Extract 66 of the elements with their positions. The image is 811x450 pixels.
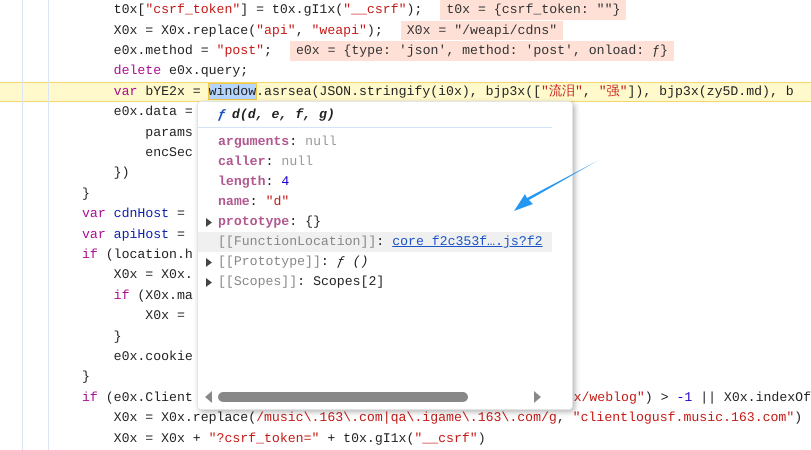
colon-separator: : xyxy=(297,273,306,292)
code-text: X0x = X0x.replace(/music\.163\.com|qa\.igame\.163\.com/g, "clientlogusf.music.163.com") xyxy=(112,409,802,428)
code-text: } xyxy=(82,368,90,386)
code-text: encSec xyxy=(144,144,193,162)
colon-separator: : xyxy=(376,233,384,252)
property-name: [[Scopes]] xyxy=(218,273,298,292)
source-link[interactable]: core f2c353f….js?f2 xyxy=(392,232,543,252)
inline-value-hint: e0x = {type: 'json', method: 'post', onload: ƒ} xyxy=(290,41,674,61)
code-text: if (X0x.ma xyxy=(112,286,193,305)
function-signature: d(d, e, f, g) xyxy=(232,106,335,124)
selected-property-row[interactable]: [[FunctionLocation]]: core f2c353f….js?f2 xyxy=(198,232,552,252)
code-text: params xyxy=(144,124,193,142)
property-value: "d" xyxy=(266,193,290,212)
scrollbar-thumb[interactable] xyxy=(218,392,468,402)
property-row[interactable]: [[Prototype]]: ƒ () xyxy=(198,252,572,272)
code-text: delete e0x.query; xyxy=(112,62,248,80)
colon-separator: : xyxy=(265,173,274,192)
code-text: X0x = X0x.replace("api", "weapi"); xyxy=(112,22,383,40)
property-name: length xyxy=(218,173,266,192)
code-text: if (location.h xyxy=(82,246,193,264)
colon-separator: : xyxy=(289,213,298,232)
property-row[interactable]: arguments: null xyxy=(198,132,572,152)
code-text: } xyxy=(112,328,122,346)
property-value: null xyxy=(305,133,337,152)
code-text: } xyxy=(82,184,90,203)
colon-separator: : xyxy=(265,153,274,172)
property-name: caller xyxy=(218,153,266,172)
scroll-right-icon[interactable] xyxy=(532,391,542,403)
code-text: e0x.method = "post"; xyxy=(112,42,272,60)
property-name: name xyxy=(218,193,250,212)
colon-separator: : xyxy=(320,253,329,272)
property-value: null xyxy=(281,153,314,172)
property-value: Scopes[2] xyxy=(313,273,384,292)
property-row[interactable]: length: 4 xyxy=(198,172,572,192)
code-text: e0x.cookie xyxy=(112,348,193,366)
code-text: x/weblog") > -1 || X0x.indexOf xyxy=(574,388,811,407)
code-text: X0x = X0x + "?csrf_token=" + t0x.gI1x("__csrf") xyxy=(112,430,486,448)
property-name: arguments xyxy=(218,133,290,152)
code-text: t0x["csrf_token"] = t0x.gI1x("__csrf"); xyxy=(112,1,422,20)
code-text: X0x = X0x. xyxy=(112,266,193,284)
expand-triangle-icon[interactable] xyxy=(206,258,212,266)
code-text: }) xyxy=(112,164,130,182)
code-text: var bYE2x = window.asrsea(JSON.stringify(i0x), bjp3x(["流泪", "强"]), bjp3x(zy5D.md), b xyxy=(112,82,794,101)
inline-value-hint: X0x = "/weapi/cdns" xyxy=(400,20,564,40)
property-value: ƒ () xyxy=(336,253,368,272)
property-row[interactable]: [[Scopes]]: Scopes[2] xyxy=(198,272,572,292)
code-text: e0x.data = xyxy=(112,103,193,122)
scroll-left-icon[interactable] xyxy=(204,391,214,403)
function-mark: ƒ xyxy=(218,106,226,124)
property-value: 4 xyxy=(281,173,290,192)
colon-separator: : xyxy=(250,193,258,212)
code-text: if (e0x.Client xyxy=(82,388,193,407)
property-name: prototype xyxy=(218,213,290,232)
code-text: var cdnHost = xyxy=(82,205,185,224)
property-row[interactable]: name: "d" xyxy=(198,192,572,212)
expand-triangle-icon[interactable] xyxy=(206,278,212,286)
property-name: [[Prototype]] xyxy=(218,253,321,272)
code-text: var apiHost = xyxy=(82,226,185,244)
property-value: {} xyxy=(305,213,321,232)
inline-value-hint: t0x = {csrf_token: ""} xyxy=(440,0,626,20)
expand-triangle-icon[interactable] xyxy=(206,218,212,226)
property-name: [[FunctionLocation]] xyxy=(218,233,376,252)
code-text: X0x = xyxy=(144,307,185,326)
property-row[interactable]: prototype: {} xyxy=(198,212,572,232)
property-row[interactable]: caller: null xyxy=(198,152,572,172)
colon-separator: : xyxy=(289,133,298,152)
